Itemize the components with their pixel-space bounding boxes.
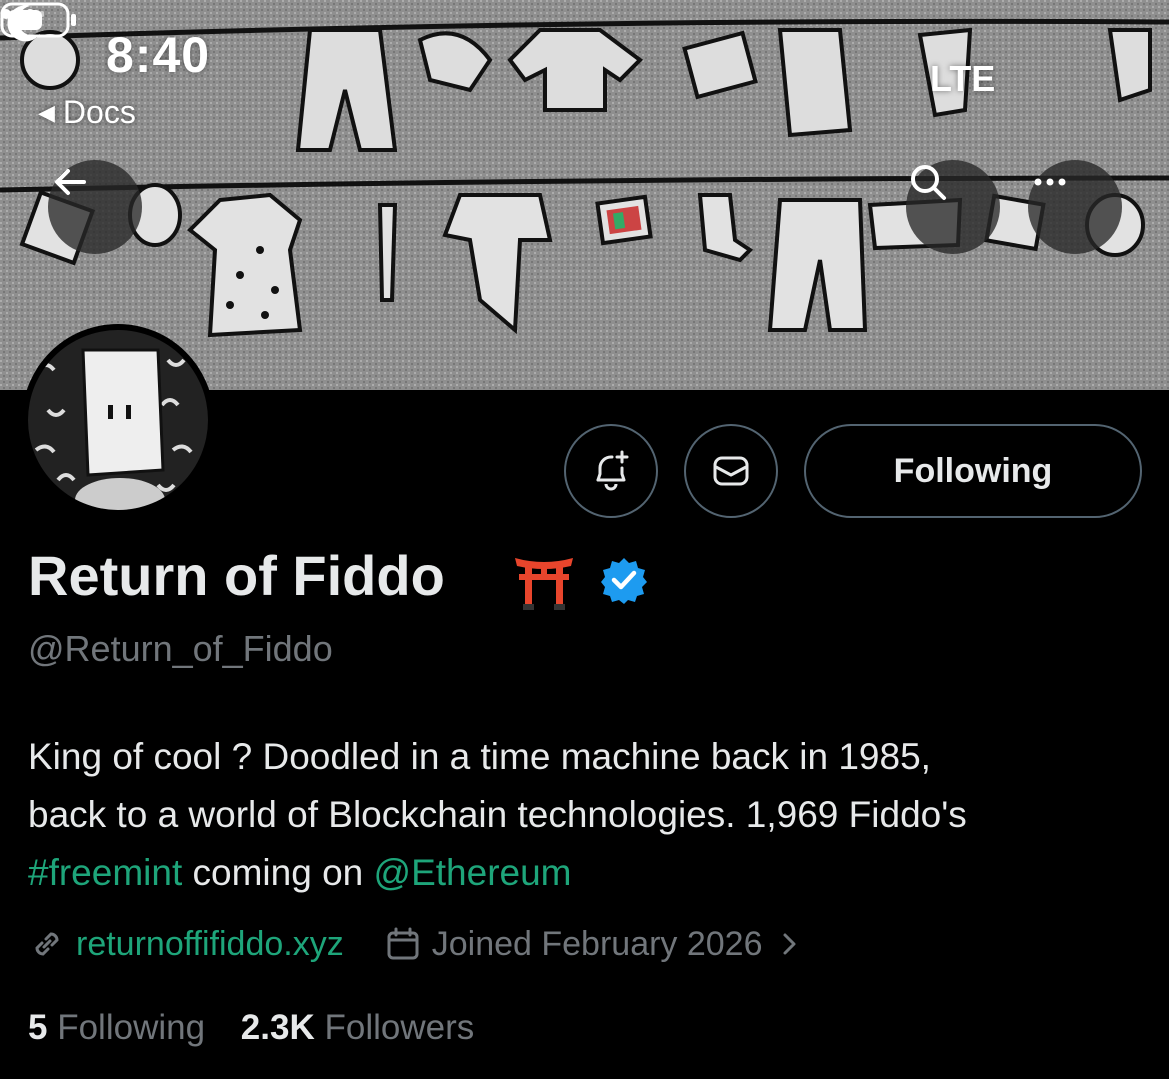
- back-app-label: Docs: [62, 94, 136, 130]
- battery-icon: [0, 2, 76, 38]
- following-button[interactable]: Following: [804, 424, 1142, 518]
- avatar-image: [28, 330, 208, 510]
- following-stat[interactable]: 5 Following: [28, 1008, 205, 1047]
- profile-bio: King of cool ? Doodled in a time machine…: [28, 728, 1148, 902]
- profile-banner[interactable]: 8:40 ◀ Docs LTE: [0, 0, 1169, 390]
- bio-line-2: back to a world of Blockchain technologi…: [28, 794, 967, 835]
- envelope-icon: [713, 456, 749, 486]
- search-icon: [911, 165, 946, 200]
- followers-label: Followers: [324, 1008, 475, 1047]
- bio-line-3: #freemint coming on @Ethereum: [28, 844, 1148, 902]
- notifications-toggle-button[interactable]: [564, 424, 658, 518]
- following-count: 5: [28, 1008, 48, 1047]
- bell-plus-icon: [596, 450, 629, 491]
- followers-count: 2.3K: [240, 1008, 315, 1047]
- website-link[interactable]: returnoffifiddo.xyz: [76, 925, 344, 964]
- chevron-right-icon[interactable]: [771, 925, 809, 963]
- back-triangle-icon: ◀: [38, 100, 55, 125]
- back-to-app-link[interactable]: ◀ Docs: [38, 94, 136, 131]
- calendar-icon: [387, 927, 419, 960]
- back-button[interactable]: [48, 160, 142, 254]
- bio-line-1: King of cool ? Doodled in a time machine…: [28, 736, 931, 777]
- network-type: LTE: [930, 58, 996, 99]
- profile-handle: @Return_of_Fiddo: [28, 628, 333, 669]
- verified-badge-icon[interactable]: [600, 556, 648, 604]
- profile-meta: returnoffifiddo.xyz Joined February 2026: [28, 920, 819, 968]
- arrow-left-icon: [55, 169, 86, 195]
- following-label: Following: [57, 1008, 206, 1047]
- message-button[interactable]: [684, 424, 778, 518]
- torii-gate-emoji: [515, 558, 573, 610]
- bio-text: coming on: [182, 852, 374, 893]
- status-time: 8:40: [106, 27, 211, 83]
- more-icon: [1034, 178, 1066, 186]
- profile-avatar[interactable]: [22, 324, 214, 516]
- link-icon: [35, 932, 59, 956]
- mention-link[interactable]: @Ethereum: [374, 852, 572, 893]
- more-options-button[interactable]: [1028, 160, 1122, 254]
- search-button[interactable]: [906, 160, 1000, 254]
- joined-date: Joined February 2026: [431, 924, 763, 963]
- hashtag-link[interactable]: #freemint: [28, 852, 182, 893]
- status-bar: 8:40 ◀ Docs LTE: [0, 0, 1169, 140]
- followers-stat[interactable]: 2.3K Followers: [241, 1008, 474, 1047]
- profile-stats: 5 Following 2.3K Followers: [28, 1008, 474, 1048]
- display-name: Return of Fiddo: [28, 544, 445, 607]
